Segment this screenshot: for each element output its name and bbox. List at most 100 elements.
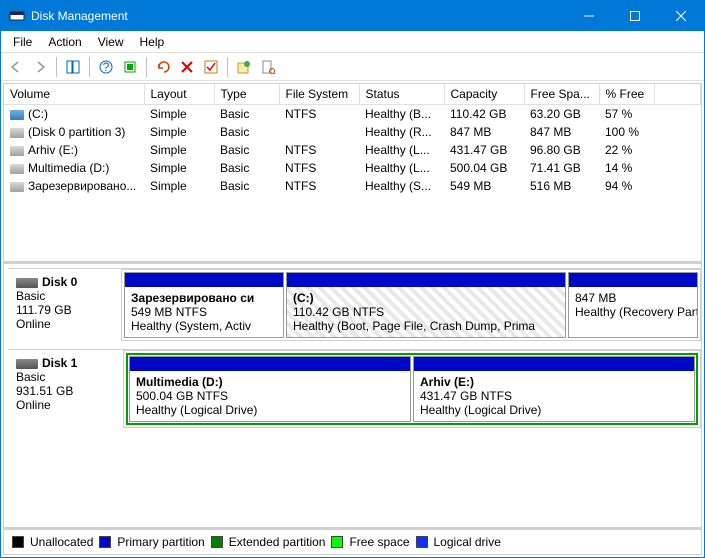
partition-status: Healthy (Logical Drive) bbox=[420, 403, 688, 417]
disk-state: Online bbox=[16, 317, 113, 331]
help-button[interactable]: ? bbox=[95, 56, 117, 78]
maximize-button[interactable] bbox=[612, 1, 658, 31]
extended-partition[interactable]: Multimedia (D:)500.04 GB NTFSHealthy (Lo… bbox=[126, 353, 698, 425]
volume-capacity: 847 MB bbox=[444, 123, 524, 141]
col-fs[interactable]: File System bbox=[279, 84, 359, 105]
volume-pct: 57 % bbox=[599, 105, 654, 124]
minimize-button[interactable] bbox=[566, 1, 612, 31]
volume-type: Basic bbox=[214, 177, 279, 195]
svg-text:?: ? bbox=[103, 60, 110, 74]
swatch-unallocated bbox=[12, 536, 24, 548]
partition[interactable]: Multimedia (D:)500.04 GB NTFSHealthy (Lo… bbox=[129, 356, 411, 422]
partition-size: 500.04 GB NTFS bbox=[136, 389, 404, 403]
partition-stripe bbox=[125, 273, 283, 287]
back-button[interactable] bbox=[5, 56, 27, 78]
volume-row[interactable]: Зарезервировано...SimpleBasicNTFSHealthy… bbox=[4, 177, 701, 195]
volume-row[interactable]: Arhiv (E:)SimpleBasicNTFSHealthy (L...43… bbox=[4, 141, 701, 159]
partition-title: Multimedia (D:) bbox=[136, 375, 404, 389]
menu-view[interactable]: View bbox=[90, 33, 132, 51]
volume-row[interactable]: Multimedia (D:)SimpleBasicNTFSHealthy (L… bbox=[4, 159, 701, 177]
volume-layout: Simple bbox=[144, 177, 214, 195]
drive-icon bbox=[10, 182, 24, 192]
disk-state: Online bbox=[16, 398, 115, 412]
volume-type: Basic bbox=[214, 141, 279, 159]
volume-table[interactable]: Volume Layout Type File System Status Ca… bbox=[4, 84, 701, 195]
disk-icon bbox=[16, 278, 38, 288]
volume-capacity: 431.47 GB bbox=[444, 141, 524, 159]
partition[interactable]: (C:)110.42 GB NTFSHealthy (Boot, Page Fi… bbox=[286, 272, 566, 338]
volume-fs: NTFS bbox=[279, 177, 359, 195]
drive-icon bbox=[10, 146, 24, 156]
titlebar[interactable]: Disk Management bbox=[1, 1, 704, 31]
swatch-logical bbox=[416, 536, 428, 548]
col-layout[interactable]: Layout bbox=[144, 84, 214, 105]
col-pct[interactable]: % Free bbox=[599, 84, 654, 105]
menu-help[interactable]: Help bbox=[132, 33, 173, 51]
disk-label[interactable]: Disk 1Basic931.51 GBOnline bbox=[8, 350, 123, 428]
window-title: Disk Management bbox=[31, 9, 566, 23]
col-capacity[interactable]: Capacity bbox=[444, 84, 524, 105]
legend-extended: Extended partition bbox=[229, 535, 326, 549]
partition-status: Healthy (Logical Drive) bbox=[136, 403, 404, 417]
new-button[interactable] bbox=[233, 56, 255, 78]
disk-size: 931.51 GB bbox=[16, 384, 115, 398]
volume-layout: Simple bbox=[144, 123, 214, 141]
volume-layout: Simple bbox=[144, 105, 214, 124]
properties-button[interactable] bbox=[257, 56, 279, 78]
volume-pct: 14 % bbox=[599, 159, 654, 177]
volume-row[interactable]: (C:)SimpleBasicNTFSHealthy (B...110.42 G… bbox=[4, 105, 701, 124]
disk-row: Disk 1Basic931.51 GBOnlineMultimedia (D:… bbox=[8, 349, 701, 428]
close-button[interactable] bbox=[658, 1, 704, 31]
volume-type: Basic bbox=[214, 159, 279, 177]
volume-name: Зарезервировано... bbox=[28, 179, 136, 193]
volume-list-pane[interactable]: Volume Layout Type File System Status Ca… bbox=[4, 84, 701, 264]
col-status[interactable]: Status bbox=[359, 84, 444, 105]
app-icon bbox=[9, 8, 25, 24]
drive-icon bbox=[10, 128, 24, 138]
refresh-button[interactable] bbox=[119, 56, 141, 78]
volume-pct: 100 % bbox=[599, 123, 654, 141]
volume-status: Healthy (L... bbox=[359, 141, 444, 159]
volume-fs: NTFS bbox=[279, 105, 359, 124]
legend: Unallocated Primary partition Extended p… bbox=[4, 530, 701, 554]
disk-icon bbox=[16, 359, 38, 369]
menu-file[interactable]: File bbox=[5, 33, 40, 51]
volume-capacity: 500.04 GB bbox=[444, 159, 524, 177]
delete-button[interactable] bbox=[176, 56, 198, 78]
disk-name: Disk 0 bbox=[42, 275, 77, 289]
disk-type: Basic bbox=[16, 370, 115, 384]
disk-label[interactable]: Disk 0Basic111.79 GBOnline bbox=[8, 269, 121, 341]
column-headers[interactable]: Volume Layout Type File System Status Ca… bbox=[4, 84, 701, 105]
volume-pct: 94 % bbox=[599, 177, 654, 195]
partition[interactable]: Arhiv (E:)431.47 GB NTFSHealthy (Logical… bbox=[413, 356, 695, 422]
rescan-button[interactable] bbox=[152, 56, 174, 78]
partition-title: Зарезервировано си bbox=[131, 291, 277, 305]
volume-capacity: 110.42 GB bbox=[444, 105, 524, 124]
partition[interactable]: 847 MBHealthy (Recovery Partiti bbox=[568, 272, 698, 338]
volume-name: Multimedia (D:) bbox=[28, 161, 109, 175]
partition-status: Healthy (Boot, Page File, Crash Dump, Pr… bbox=[293, 319, 559, 333]
swatch-free bbox=[331, 536, 343, 548]
disk-graphical-pane[interactable]: Disk 0Basic111.79 GBOnlineЗарезервирован… bbox=[4, 264, 701, 530]
menubar: File Action View Help bbox=[1, 31, 704, 53]
partition[interactable]: Зарезервировано си549 MB NTFSHealthy (Sy… bbox=[124, 272, 284, 338]
volume-pct: 22 % bbox=[599, 141, 654, 159]
disk-size: 111.79 GB bbox=[16, 303, 113, 317]
volume-free: 63.20 GB bbox=[524, 105, 599, 124]
volume-free: 71.41 GB bbox=[524, 159, 599, 177]
volume-fs: NTFS bbox=[279, 141, 359, 159]
check-button[interactable] bbox=[200, 56, 222, 78]
view-button[interactable] bbox=[62, 56, 84, 78]
partition-status: Healthy (Recovery Partiti bbox=[575, 305, 691, 319]
col-volume[interactable]: Volume bbox=[4, 84, 144, 105]
menu-action[interactable]: Action bbox=[40, 33, 89, 51]
forward-button[interactable] bbox=[29, 56, 51, 78]
toolbar: ? bbox=[1, 53, 704, 81]
volume-capacity: 549 MB bbox=[444, 177, 524, 195]
volume-row[interactable]: (Disk 0 partition 3)SimpleBasicHealthy (… bbox=[4, 123, 701, 141]
partition-stripe bbox=[287, 273, 565, 287]
col-type[interactable]: Type bbox=[214, 84, 279, 105]
col-free[interactable]: Free Spa... bbox=[524, 84, 599, 105]
volume-name: Arhiv (E:) bbox=[28, 143, 78, 157]
swatch-primary bbox=[99, 536, 111, 548]
